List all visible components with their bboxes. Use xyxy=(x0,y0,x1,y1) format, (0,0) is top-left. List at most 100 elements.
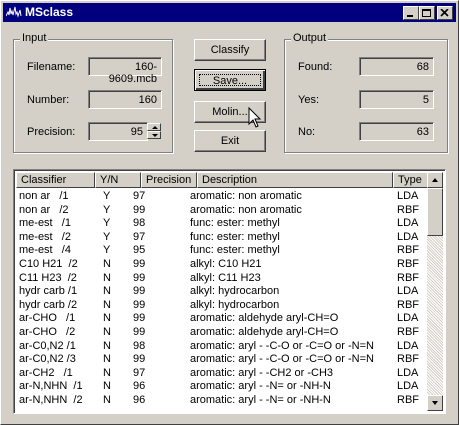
exit-button[interactable]: Exit xyxy=(194,130,266,152)
cell-description: alkyl: hydrocarbon xyxy=(190,298,280,311)
table-row[interactable]: ar-N,NHN /2 N 96 aromatic: aryl - -N= or -N… xyxy=(16,394,429,407)
table-row[interactable]: C10 H21 /2 N 99 alkyl: C10 H21 RBF xyxy=(16,258,429,271)
cell-classifier: ar-CH2 /1 xyxy=(19,366,73,379)
save-button[interactable]: Save... xyxy=(194,69,266,91)
maximize-button[interactable] xyxy=(419,6,435,20)
table-row[interactable]: non ar /2 Y 99 aromatic: non aromatic RBF xyxy=(16,204,429,217)
table-row[interactable]: ar-CHO /2 N 99 aromatic: aldehyde aryl-CH=O… xyxy=(16,326,429,339)
filename-field[interactable]: 160-9609.mcb xyxy=(88,57,162,85)
cell-yn: Y xyxy=(103,203,111,216)
filename-label: Filename: xyxy=(27,61,76,73)
table-row[interactable]: ar-C0,N2 /1 N 98 aromatic: aryl - -C-O or -… xyxy=(16,340,429,353)
app-icon xyxy=(6,6,22,18)
spin-up-button[interactable] xyxy=(147,123,161,131)
cell-yn: N xyxy=(103,326,111,338)
number-field[interactable]: 160 xyxy=(88,90,162,109)
cell-classifier: me-est /1 xyxy=(19,217,71,230)
cell-description: aromatic: aldehyde aryl-CH=O xyxy=(190,312,339,325)
cell-classifier: C11 H23 /2 xyxy=(19,271,77,284)
output-group-label: Output xyxy=(291,32,329,44)
close-button[interactable] xyxy=(437,6,453,20)
cell-precision: 99 xyxy=(133,271,146,284)
cell-type: LDA xyxy=(397,380,419,393)
cell-classifier: me-est /2 xyxy=(19,230,71,243)
cell-yn: Y xyxy=(103,190,111,202)
arrow-up-icon xyxy=(432,178,438,182)
scroll-up-button[interactable] xyxy=(427,172,443,188)
window-title: MSclass xyxy=(25,5,74,19)
input-group-label: Input xyxy=(20,32,49,44)
cell-classifier: non ar /2 xyxy=(19,203,69,216)
header-classifier[interactable]: Classifier xyxy=(16,172,95,188)
table-row[interactable]: me-est /1 Y 98 func: ester: methyl LDA xyxy=(16,217,429,230)
cell-description: alkyl: hydrocarbon xyxy=(190,285,280,298)
cell-precision: 99 xyxy=(133,353,146,366)
table-row[interactable]: ar-C0,N2 /3 N 99 aromatic: aryl - -C-O or -… xyxy=(16,353,429,366)
cell-description: aromatic: aryl - -N= or -NH-N xyxy=(190,394,331,406)
found-field[interactable]: 68 xyxy=(359,57,434,76)
vertical-scrollbar[interactable] xyxy=(427,172,443,411)
table-row[interactable]: non ar /1 Y 97 aromatic: non aromatic LDA xyxy=(16,190,429,203)
spin-down-button[interactable] xyxy=(147,131,161,139)
cell-precision: 97 xyxy=(133,366,146,379)
cell-classifier: hydr carb /1 xyxy=(19,285,78,298)
table-row[interactable]: hydr carb /2 N 99 alkyl: hydrocarbon RBF xyxy=(16,299,429,312)
table-row[interactable]: C11 H23 /2 N 99 alkyl: C11 H23 RBF xyxy=(16,272,429,285)
cell-type: RBF xyxy=(397,326,419,338)
cell-yn: N xyxy=(103,380,111,393)
scroll-down-button[interactable] xyxy=(427,395,443,411)
cell-yn: N xyxy=(103,353,111,366)
cell-classifier: hydr carb /2 xyxy=(19,298,78,311)
yes-field[interactable]: 5 xyxy=(359,90,434,109)
table-row[interactable]: ar-CH2 /1 N 97 aromatic: aryl - -CH2 or -CH… xyxy=(16,367,429,380)
no-field[interactable]: 63 xyxy=(359,122,434,141)
precision-field[interactable]: 95 xyxy=(88,122,148,141)
cell-description: aromatic: non aromatic xyxy=(190,190,302,202)
precision-spinner[interactable] xyxy=(147,123,161,140)
cell-yn: Y xyxy=(103,217,111,230)
minimize-button[interactable] xyxy=(403,6,419,20)
cell-type: LDA xyxy=(397,285,419,298)
cell-description: func: ester: methyl xyxy=(190,244,280,257)
cell-classifier: ar-N,NHN /2 xyxy=(19,394,83,406)
cell-precision: 99 xyxy=(133,285,146,298)
cell-description: alkyl: C11 H23 xyxy=(190,271,261,284)
classify-button[interactable]: Classify xyxy=(194,39,266,61)
cell-classifier: C10 H21 /2 xyxy=(19,258,78,270)
cell-classifier: ar-CHO /1 xyxy=(19,312,76,325)
cell-yn: N xyxy=(103,271,111,284)
cell-precision: 98 xyxy=(133,339,146,352)
maximize-icon xyxy=(422,9,431,17)
scroll-thumb[interactable] xyxy=(427,188,443,236)
header-yn[interactable]: Y/N xyxy=(95,172,141,188)
cell-precision: 97 xyxy=(133,190,146,202)
cell-precision: 95 xyxy=(133,244,146,257)
table-row[interactable]: hydr carb /1 N 99 alkyl: hydrocarbon LDA xyxy=(16,285,429,298)
header-type[interactable]: Type xyxy=(393,172,430,188)
results-table[interactable]: Classifier Y/N Precision Description Typ… xyxy=(13,169,446,414)
cell-description: aromatic: non aromatic xyxy=(190,203,302,216)
main-window: MSclass Input Filename: 160-9609.mcb Num… xyxy=(0,0,459,425)
cell-type: LDA xyxy=(397,312,419,325)
cell-description: aromatic: aryl - -C-O or -C=O or -N=N xyxy=(190,339,374,352)
cell-description: aromatic: aryl - -N= or -NH-N xyxy=(190,380,331,393)
table-row[interactable]: me-est /4 Y 95 func: ester: methyl RBF xyxy=(16,244,429,257)
header-description[interactable]: Description xyxy=(197,172,393,188)
table-row[interactable]: ar-N,NHN /1 N 96 aromatic: aryl - -N= or -N… xyxy=(16,380,429,393)
cell-type: RBF xyxy=(397,244,419,257)
cell-type: RBF xyxy=(397,203,419,216)
table-row[interactable]: ar-CHO /1 N 99 aromatic: aldehyde aryl-CH=O… xyxy=(16,312,429,325)
header-precision[interactable]: Precision xyxy=(141,172,197,188)
table-row[interactable]: me-est /2 Y 97 func: ester: methyl LDA xyxy=(16,231,429,244)
cell-precision: 99 xyxy=(133,312,146,325)
cell-type: RBF xyxy=(397,353,419,366)
cell-type: LDA xyxy=(397,230,419,243)
precision-label: Precision: xyxy=(27,126,76,138)
cell-yn: N xyxy=(103,339,111,352)
save-button-label: Save... xyxy=(199,74,261,87)
title-bar[interactable]: MSclass xyxy=(3,3,456,22)
cell-yn: N xyxy=(103,312,111,325)
cell-type: LDA xyxy=(397,190,419,202)
yes-label: Yes: xyxy=(298,94,320,106)
cell-precision: 99 xyxy=(133,258,146,270)
